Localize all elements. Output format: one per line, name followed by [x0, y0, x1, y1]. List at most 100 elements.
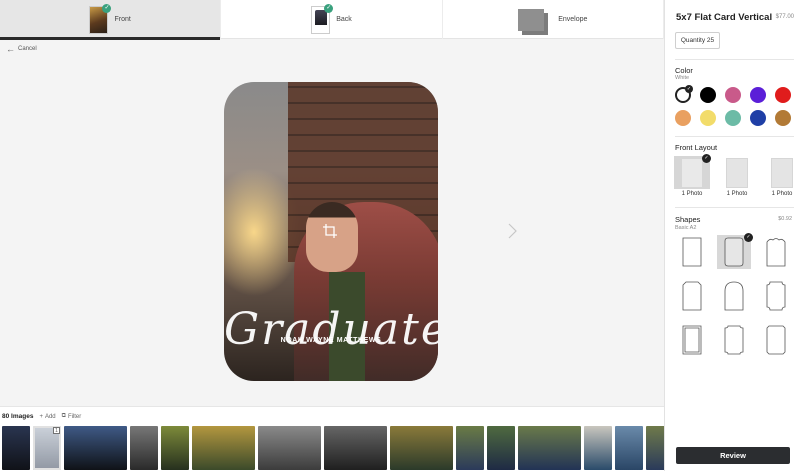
filter-label: Filter	[67, 413, 82, 420]
shape-option-cut[interactable]	[759, 323, 793, 357]
tab-front[interactable]: ✓ Front	[0, 0, 222, 40]
front-layout-options: ✓ 1 Photo 1 Photo 1 Photo	[674, 154, 800, 197]
color-swatch[interactable]	[750, 87, 766, 103]
color-swatch[interactable]	[725, 110, 741, 126]
image-count: 80 Images	[2, 413, 34, 420]
filmstrip-photo[interactable]	[324, 426, 387, 470]
shape-stamp-icon	[682, 325, 702, 355]
shape-option-arch[interactable]	[717, 279, 751, 313]
quantity-button[interactable]: Quantity 25	[675, 32, 720, 49]
tab-label: Envelope	[558, 16, 588, 23]
color-selected-name: White	[675, 75, 690, 81]
color-title: Color	[675, 66, 693, 75]
color-swatches: ✓	[675, 85, 795, 126]
cancel-label: Cancel	[18, 46, 37, 52]
front-thumbnail: ✓	[89, 3, 112, 34]
color-swatch[interactable]	[675, 110, 691, 126]
add-images-button[interactable]: + Add	[39, 414, 55, 420]
color-swatch[interactable]	[775, 87, 791, 103]
back-arrow-icon: ←	[6, 44, 15, 54]
filmstrip-header: 80 Images + Add ⧉ Filter	[2, 413, 81, 420]
shape-options: ✓	[675, 233, 793, 357]
filmstrip-photo[interactable]	[584, 426, 612, 470]
front-layout-title: Front Layout	[675, 143, 718, 152]
back-thumbnail: ✓	[311, 3, 334, 34]
side-tabs: ✓ Front ✓ Back Envelope	[0, 0, 664, 40]
editor-area: ✓ Front ✓ Back Envelope ← Cancel Graduat…	[0, 0, 688, 471]
shape-option-rounded[interactable]: ✓	[717, 233, 753, 269]
review-button[interactable]: Review	[676, 447, 790, 464]
color-swatch[interactable]	[700, 87, 716, 103]
crop-icon[interactable]	[323, 224, 337, 238]
layout-preview: ✓	[674, 154, 711, 189]
tab-back[interactable]: ✓ Back	[221, 0, 443, 39]
cancel-link[interactable]: ← Cancel	[6, 44, 37, 54]
add-label: Add	[44, 413, 56, 420]
layout-label: 1 Photo	[681, 191, 703, 197]
color-swatch[interactable]	[775, 110, 791, 126]
divider	[675, 207, 794, 208]
check-icon: ✓	[685, 85, 693, 93]
shape-option-rect[interactable]	[675, 235, 709, 269]
layout-option[interactable]: ✓ 1 Photo	[674, 154, 711, 197]
filmstrip-photo[interactable]	[518, 426, 581, 470]
check-icon: ✓	[744, 233, 753, 242]
shapes-price: $0.92	[778, 216, 792, 222]
divider	[675, 136, 794, 137]
usage-count-badge: 1	[53, 427, 60, 434]
check-icon: ✓	[102, 3, 112, 13]
filmstrip-photo[interactable]: 1	[33, 426, 61, 470]
check-icon: ✓	[702, 154, 711, 163]
filmstrip-photo[interactable]	[64, 426, 127, 470]
layout-preview	[764, 156, 800, 189]
filmstrip-photo[interactable]	[390, 426, 453, 470]
shape-option-scallop[interactable]	[759, 235, 793, 269]
shape-rect-icon	[682, 237, 702, 267]
product-title: 5x7 Flat Card Vertical	[676, 12, 773, 23]
photo-strip: 1	[2, 426, 688, 470]
layout-option[interactable]: 1 Photo	[719, 156, 755, 197]
shape-arch-icon	[724, 281, 744, 311]
filmstrip-photo[interactable]	[161, 426, 189, 470]
layout-preview	[719, 156, 755, 189]
photo-slot	[771, 157, 793, 188]
shape-option-ticket[interactable]	[759, 279, 793, 313]
shape-scallop-icon	[766, 238, 786, 267]
envelope-thumbnail	[518, 8, 545, 31]
filter-icon: ⧉	[61, 413, 66, 419]
script-title: Graduate	[224, 304, 438, 355]
color-swatch[interactable]	[750, 110, 766, 126]
shapes-subtitle: Basic A2	[675, 225, 697, 231]
filmstrip-photo[interactable]	[456, 426, 484, 470]
graduate-name: NOAH WAYNE MATTHEWS	[280, 337, 382, 344]
shape-notch-icon	[682, 281, 702, 311]
options-panel: 5x7 Flat Card Vertical $77.00 Quantity 2…	[664, 0, 800, 471]
filmstrip-photo[interactable]	[487, 426, 515, 470]
filmstrip-photo[interactable]	[258, 426, 321, 470]
color-swatch[interactable]	[725, 87, 741, 103]
filmstrip-photo[interactable]	[615, 426, 643, 470]
color-swatch[interactable]	[700, 110, 716, 126]
color-swatch[interactable]: ✓	[675, 85, 693, 103]
photo-slot	[726, 157, 748, 188]
card-preview[interactable]: Graduate NOAH WAYNE MATTHEWS	[224, 82, 438, 381]
tab-label: Back	[336, 16, 352, 23]
shape-option-stamp[interactable]	[675, 323, 709, 357]
filmstrip-photo[interactable]	[192, 426, 255, 470]
shape-ticket-icon	[766, 281, 786, 311]
chevron-right-icon[interactable]	[505, 222, 519, 240]
layout-label: 1 Photo	[771, 191, 793, 197]
tab-envelope[interactable]: Envelope	[443, 0, 664, 39]
image-filmstrip: 80 Images + Add ⧉ Filter 1	[0, 406, 688, 471]
shape-option-bracket[interactable]	[717, 323, 751, 357]
layout-label: 1 Photo	[726, 191, 748, 197]
layout-option[interactable]: 1 Photo	[764, 156, 800, 197]
plus-icon: +	[39, 413, 43, 420]
shape-bracket-icon	[724, 325, 744, 355]
filter-button[interactable]: ⧉ Filter	[62, 413, 82, 420]
shape-rounded-icon	[724, 237, 744, 267]
divider	[675, 59, 794, 60]
shape-option-notch[interactable]	[675, 279, 709, 313]
filmstrip-photo[interactable]	[2, 426, 30, 470]
filmstrip-photo[interactable]	[130, 426, 158, 470]
